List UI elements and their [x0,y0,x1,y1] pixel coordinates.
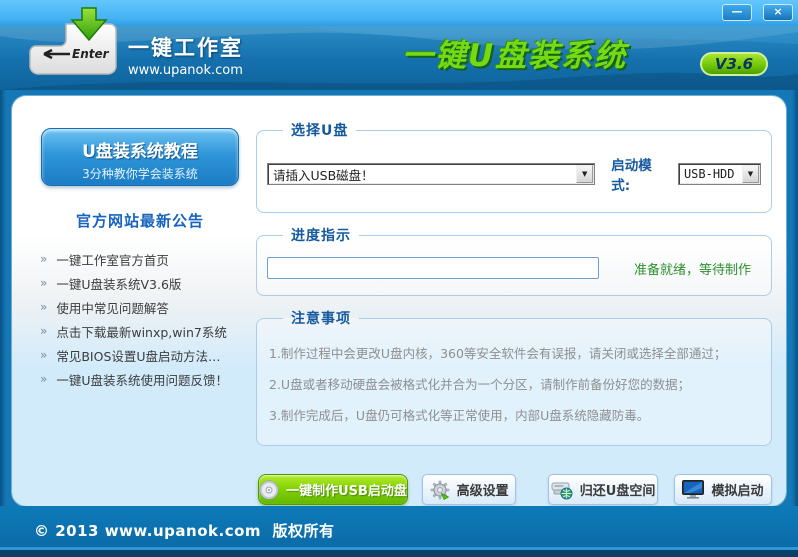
note-line: 2.U盘或者移动硬盘会被格式化并合为一个分区，请制作前备份好您的数据； [269,369,759,400]
sidebar-link-label: 点击下载最新winxp,win7系统 [56,322,227,341]
sidebar-link-label: 使用中常见问题解答 [56,298,169,317]
chevron-right-icon: » [40,324,47,338]
app-title: 一键U盘装系统 [402,30,627,75]
minimize-button[interactable]: — [722,4,752,21]
select-usb-title: 选择U盘 [283,120,356,140]
content-column: 选择U盘 请插入USB磁盘！ ▼ 启动模式: USB-HDD ▼ 进度指示 [256,120,772,505]
sidebar-link-label: 一键U盘装系统V3.6版 [56,274,181,293]
dropdown-arrow-icon[interactable]: ▼ [576,165,593,183]
status-text: 准备就绪，等待制作 [634,259,751,278]
progress-section: 进度指示 准备就绪，等待制作 [256,225,772,296]
advanced-settings-button-label: 高级设置 [457,480,509,499]
close-button[interactable]: × [763,4,793,21]
chevron-right-icon: » [40,348,47,362]
sidebar-link-label: 一键U盘装系统使用问题反馈！ [56,370,228,389]
brand-block: 一键工作室 www.upanok.com [128,32,243,78]
simulate-boot-button-label: 模拟启动 [711,480,763,499]
sidebar-link-label: 常见BIOS设置U盘启动方法… [56,346,220,365]
usb-drive-select-value: 请插入USB磁盘！ [268,165,576,184]
version-badge: V3.6 [700,52,768,76]
sidebar-link-version[interactable]: » 一键U盘装系统V3.6版 [40,271,254,295]
cd-disc-icon [259,480,279,500]
notes-section: 注意事项 1.制作过程中会更改U盘内核，360等安全软件会有误报，请关闭或选择全… [256,308,772,446]
footer: © 2013 www.upanok.com 版权所有 [0,506,798,557]
main-panel: U盘装系统教程 3分种教你学会装系统 官方网站最新公告 » 一键工作室官方首页 … [12,96,786,506]
copyright-text: © 2013 www.upanok.com 版权所有 [34,520,334,541]
note-line: 1.制作过程中会更改U盘内核，360等安全软件会有误报，请关闭或选择全部通过； [269,338,759,369]
action-buttons-row: 一键制作USB启动盘 [258,474,772,505]
brand-name: 一键工作室 [128,32,243,62]
progress-bar [267,257,599,279]
gear-icon [430,480,450,500]
drive-globe-icon [551,480,573,500]
progress-title: 进度指示 [283,225,359,245]
boot-mode-select-value: USB-HDD [679,167,742,181]
boot-mode-label: 启动模式: [611,154,670,194]
restore-usb-button-label: 归还U盘空间 [580,480,656,499]
usb-drive-select[interactable]: 请插入USB磁盘！ ▼ [267,163,595,185]
announcement-links: » 一键工作室官方首页 » 一键U盘装系统V3.6版 » 使用中常见问题解答 »… [26,247,254,391]
note-line: 3.制作完成后，U盘仍可格式化等正常使用，内部U盘系统隐藏防毒。 [269,400,759,431]
tutorial-button[interactable]: U盘装系统教程 3分种教你学会装系统 [41,128,239,186]
restore-usb-button[interactable]: 归还U盘空间 [548,474,658,505]
select-usb-section: 选择U盘 请插入USB磁盘！ ▼ 启动模式: USB-HDD ▼ [256,120,772,213]
chevron-right-icon: » [40,300,47,314]
monitor-icon [682,480,704,499]
sidebar-link-download[interactable]: » 点击下载最新winxp,win7系统 [40,319,254,343]
sidebar-link-feedback[interactable]: » 一键U盘装系统使用问题反馈！ [40,367,254,391]
brand-url: www.upanok.com [128,63,243,78]
simulate-boot-button[interactable]: 模拟启动 [674,474,772,505]
enter-key-logo: Enter [22,6,126,82]
chevron-right-icon: » [40,372,47,386]
sidebar-link-bios[interactable]: » 常见BIOS设置U盘启动方法… [40,343,254,367]
sidebar-link-label: 一键工作室官方首页 [56,250,169,269]
notes-title: 注意事项 [283,308,359,328]
tutorial-button-title: U盘装系统教程 [42,137,238,162]
boot-mode-select[interactable]: USB-HDD ▼ [678,163,761,185]
footer-edge [0,550,798,557]
sidebar-link-home[interactable]: » 一键工作室官方首页 [40,247,254,271]
dropdown-arrow-icon[interactable]: ▼ [742,165,759,183]
chevron-right-icon: » [40,252,47,266]
advanced-settings-button[interactable]: 高级设置 [422,474,516,505]
sidebar: U盘装系统教程 3分种教你学会装系统 官方网站最新公告 » 一键工作室官方首页 … [26,128,254,391]
make-usb-button[interactable]: 一键制作USB启动盘 [258,474,408,505]
tutorial-button-subtitle: 3分种教你学会装系统 [42,165,238,182]
chevron-right-icon: » [40,276,47,290]
app-window: — × Enter 一键工作室 www.upanok.com 一键U盘装系统 V… [0,0,798,557]
announcements-heading: 官方网站最新公告 [26,210,254,231]
sidebar-link-faq[interactable]: » 使用中常见问题解答 [40,295,254,319]
enter-key-label: Enter [72,47,110,61]
make-usb-button-label: 一键制作USB启动盘 [286,480,407,499]
